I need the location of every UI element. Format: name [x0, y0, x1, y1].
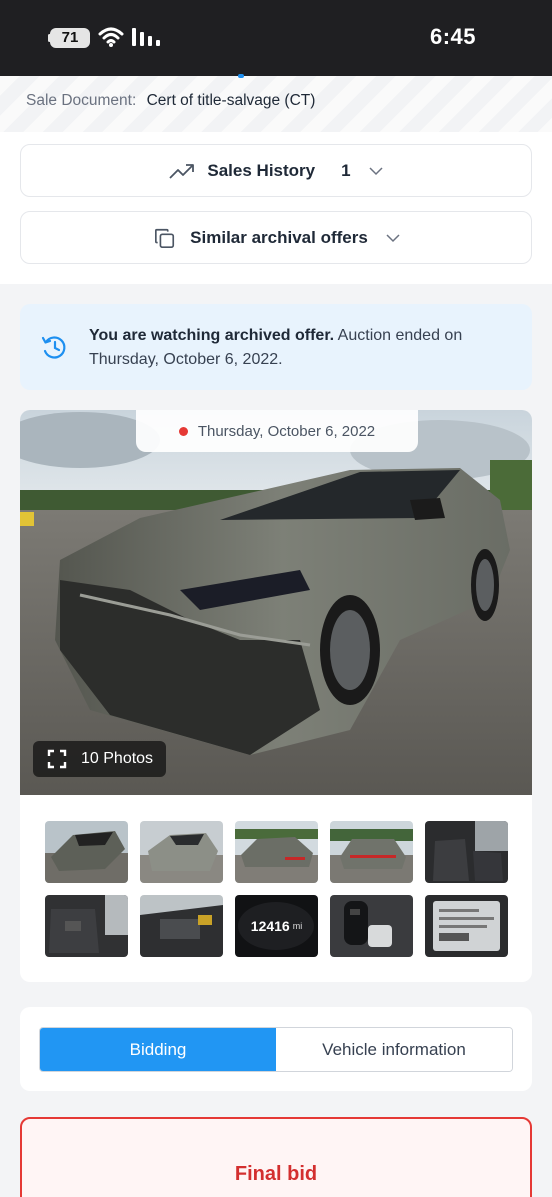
photos-count-button[interactable]: 10 Photos — [33, 741, 166, 777]
thumbnail-key[interactable] — [330, 895, 413, 957]
photos-count-label: 10 Photos — [81, 750, 154, 767]
wifi-icon — [98, 27, 124, 47]
thumbnail-front-left[interactable] — [45, 821, 128, 883]
details-tabs: Bidding Vehicle information — [39, 1027, 513, 1072]
thumbnail-label[interactable] — [425, 895, 508, 957]
auction-date: Thursday, October 6, 2022 — [197, 422, 376, 440]
archived-offer-banner: You are watching archived offer. Auction… — [20, 304, 532, 390]
archived-offer-text: You are watching archived offer. Auction… — [89, 324, 509, 372]
similar-offers-label: Similar archival offers — [190, 227, 368, 247]
sales-history-count: 1 — [341, 160, 351, 180]
chevron-down-icon — [369, 166, 383, 175]
thumbnail-grid: 12416 mi — [45, 821, 509, 957]
final-bid-card: Final bid — [20, 1117, 532, 1197]
thumbnail-rear-left[interactable] — [235, 821, 318, 883]
thumbnail-interior-rear[interactable] — [45, 895, 128, 957]
history-icon — [41, 336, 66, 359]
similar-offers-accordion[interactable]: Similar archival offers — [20, 211, 532, 264]
tab-bidding[interactable]: Bidding — [40, 1028, 276, 1071]
expand-icon — [47, 749, 67, 769]
chevron-down-icon — [386, 233, 400, 242]
status-bar: 71 6:45 — [0, 0, 552, 76]
archived-offer-title: You are watching archived offer. — [89, 327, 335, 344]
signal-icon — [132, 28, 160, 46]
photo-gallery: Thursday, October 6, 2022 10 Photos 1241… — [20, 410, 532, 982]
odometer-value: 12416 — [250, 918, 290, 934]
trend-up-icon — [169, 163, 195, 179]
odometer-unit: mi — [292, 921, 303, 931]
sale-document-label: Sale Document: — [26, 92, 137, 109]
tab-vehicle-information[interactable]: Vehicle information — [276, 1028, 512, 1071]
sale-document: Sale Document: Cert of title-salvage (CT… — [26, 92, 315, 110]
auction-date-badge: Thursday, October 6, 2022 — [136, 410, 418, 452]
details-tabs-card: Bidding Vehicle information — [20, 1007, 532, 1091]
thumbnail-front-right[interactable] — [140, 821, 223, 883]
scroll-indicator — [238, 74, 244, 78]
thumbnail-odometer[interactable]: 12416 mi — [235, 895, 318, 957]
final-bid-label: Final bid — [234, 1163, 318, 1185]
status-dot-icon — [178, 426, 188, 436]
sales-history-accordion[interactable]: Sales History 1 — [20, 144, 532, 197]
battery-indicator: 71 — [48, 28, 90, 48]
thumbnail-engine[interactable] — [140, 895, 223, 957]
listing-summary: Sale Document: Cert of title-salvage (CT… — [0, 74, 552, 284]
main-vehicle-photo[interactable] — [20, 410, 532, 795]
thumbnail-rear[interactable] — [330, 821, 413, 883]
thumbnail-interior-front[interactable] — [425, 821, 508, 883]
copy-icon — [155, 228, 175, 248]
clock: 6:45 — [429, 24, 476, 49]
sale-document-value: Cert of title-salvage (CT) — [146, 92, 316, 109]
sales-history-label: Sales History — [207, 160, 316, 180]
